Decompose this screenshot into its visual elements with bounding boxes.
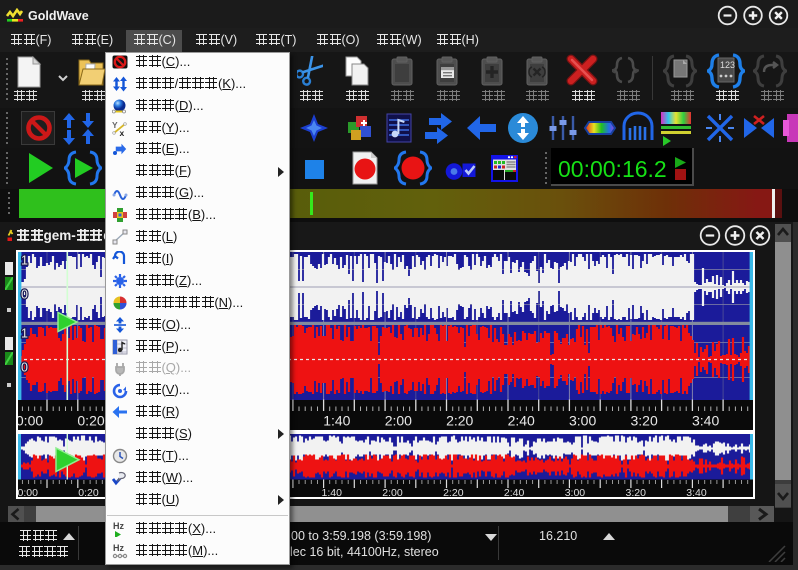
svg-text:3:20: 3:20 bbox=[631, 413, 658, 429]
svg-text:1:40: 1:40 bbox=[323, 413, 350, 429]
svg-text:2:20: 2:20 bbox=[446, 413, 473, 429]
svg-text:3:40: 3:40 bbox=[692, 413, 719, 429]
svg-text:0: 0 bbox=[21, 361, 28, 375]
svg-text:3:00: 3:00 bbox=[565, 487, 586, 498]
svg-text:0:00: 0:00 bbox=[18, 413, 43, 429]
svg-text:1: 1 bbox=[21, 327, 28, 341]
svg-text:2:20: 2:20 bbox=[443, 487, 464, 498]
svg-text:1: 1 bbox=[21, 254, 28, 268]
svg-text:0:20: 0:20 bbox=[77, 413, 104, 429]
svg-text:Y: Y bbox=[112, 120, 118, 130]
svg-text:Hz: Hz bbox=[113, 521, 124, 531]
svg-text:2:40: 2:40 bbox=[504, 487, 525, 498]
svg-text:3:00: 3:00 bbox=[569, 413, 596, 429]
svg-text:Hz: Hz bbox=[113, 543, 124, 553]
svg-text:0:20: 0:20 bbox=[78, 487, 99, 498]
svg-text:2:00: 2:00 bbox=[382, 487, 403, 498]
svg-text:2:00: 2:00 bbox=[385, 413, 412, 429]
svg-text:0: 0 bbox=[21, 288, 28, 302]
svg-text:2:40: 2:40 bbox=[508, 413, 535, 429]
svg-text:123: 123 bbox=[720, 60, 735, 70]
svg-text:3:20: 3:20 bbox=[626, 487, 647, 498]
svg-text:x: x bbox=[120, 128, 125, 136]
svg-text:0:00: 0:00 bbox=[18, 487, 38, 498]
svg-text:1:40: 1:40 bbox=[322, 487, 343, 498]
svg-text:3:40: 3:40 bbox=[686, 487, 707, 498]
